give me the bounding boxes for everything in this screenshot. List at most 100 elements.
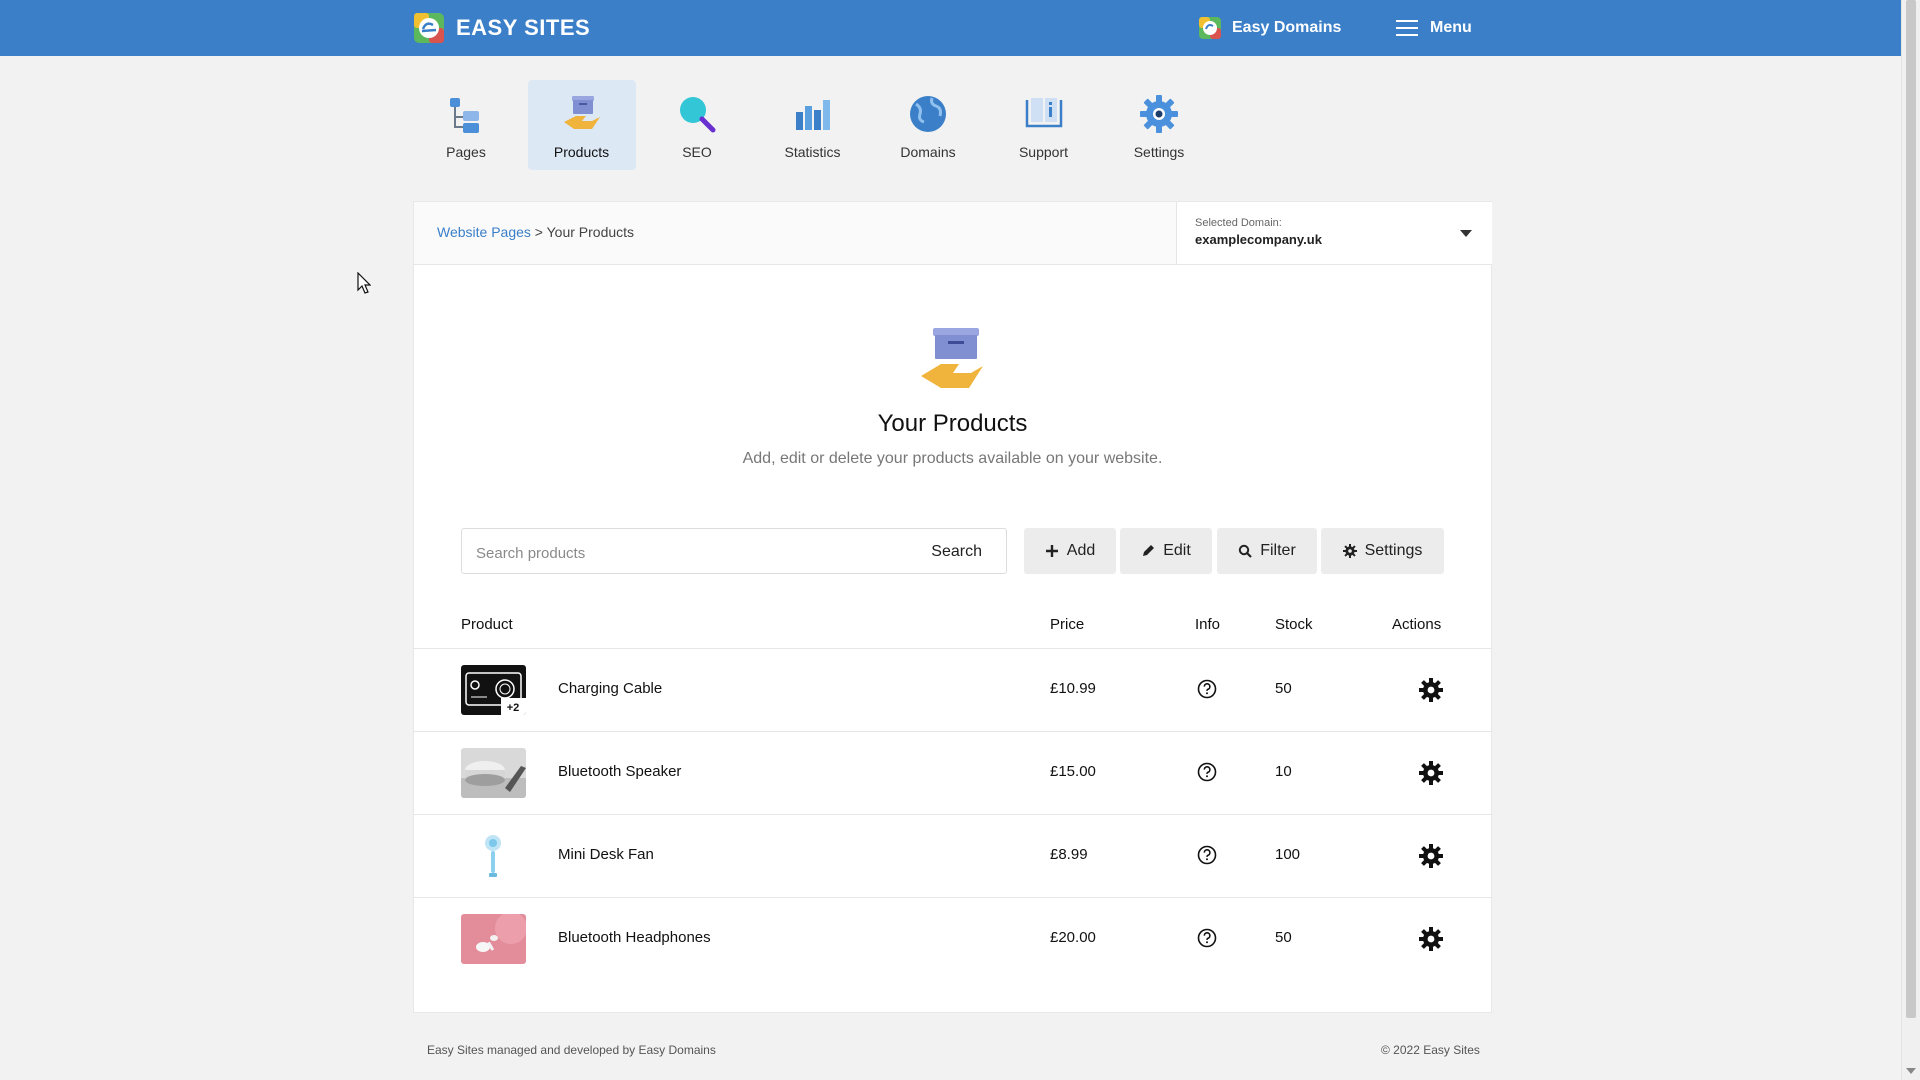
breadcrumb-current: Your Products: [546, 224, 635, 240]
brand-title: EASY SITES: [456, 15, 591, 40]
easy-domains-label: Easy Domains: [1232, 19, 1342, 36]
scroll-down-arrow-icon[interactable]: [1906, 1068, 1916, 1074]
product-stock: 10: [1275, 763, 1292, 780]
search-icon: [1239, 544, 1252, 558]
breadcrumb-separator: >: [534, 224, 543, 240]
product-price: £15.00: [1050, 763, 1096, 780]
product-stock: 50: [1275, 929, 1292, 946]
column-header-actions: Actions: [1392, 616, 1442, 633]
support-book-icon: [1025, 98, 1062, 128]
toolbar-settings-button[interactable]: Settings: [1321, 528, 1444, 574]
table-row: Bluetooth Headphones £20.00 50: [414, 898, 1491, 980]
product-thumbnail[interactable]: +2: [461, 665, 526, 715]
caret-down-icon: [1460, 230, 1472, 237]
products-hero-icon: [921, 328, 983, 388]
section-nav: Pages Products SEO Statistics Domains Su…: [412, 80, 1221, 170]
edit-button[interactable]: Edit: [1120, 528, 1212, 574]
product-name: Mini Desk Fan: [558, 846, 654, 863]
menu-label: Menu: [1430, 19, 1472, 36]
easy-sites-logo-icon: [414, 13, 444, 43]
product-stock: 50: [1275, 680, 1292, 697]
pages-icon: [450, 98, 479, 133]
product-name: Charging Cable: [558, 680, 663, 697]
nav-item-pages[interactable]: Pages: [412, 80, 520, 170]
top-bar: EASY SITES Easy Domains Menu: [0, 0, 1902, 56]
products-card: Website Pages > Your Products Selected D…: [413, 201, 1492, 1013]
column-header-price: Price: [1050, 616, 1085, 633]
help-circle-icon[interactable]: [1197, 679, 1217, 699]
nav-item-seo[interactable]: SEO: [643, 80, 751, 170]
brand[interactable]: EASY SITES: [412, 10, 590, 46]
nav-label: Support: [1018, 144, 1069, 160]
filter-label: Filter: [1260, 542, 1296, 559]
table-row: Bluetooth Speaker £15.00 10: [414, 732, 1491, 815]
product-thumbnail[interactable]: [461, 914, 526, 964]
product-thumbnail[interactable]: [461, 831, 526, 881]
column-header-product: Product: [461, 616, 513, 633]
nav-label: Products: [553, 144, 610, 160]
seo-magnifier-icon: [680, 97, 716, 133]
nav-label: SEO: [682, 144, 712, 160]
table-row: Mini Desk Fan £8.99 100: [414, 815, 1491, 898]
footer-copyright: © 2022 Easy Sites: [1381, 1043, 1480, 1057]
product-price: £10.99: [1050, 680, 1096, 697]
table-row: +2 Charging Cable £10.99 50: [414, 649, 1491, 732]
search-input[interactable]: [474, 541, 898, 565]
product-search-box: Search: [461, 528, 1007, 574]
help-circle-icon[interactable]: [1197, 762, 1217, 782]
domain-select[interactable]: Selected Domain: examplecompany.uk: [1176, 202, 1492, 264]
add-label: Add: [1066, 542, 1096, 559]
footer-credit: Easy Sites managed and developed by Easy…: [427, 1043, 716, 1057]
row-settings-gear-icon[interactable]: [1419, 678, 1443, 702]
row-settings-gear-icon[interactable]: [1419, 761, 1443, 785]
statistics-bar-chart-icon: [795, 100, 830, 130]
breadcrumb-parent-link[interactable]: Website Pages: [437, 224, 531, 240]
product-price: £8.99: [1050, 846, 1088, 863]
nav-label: Settings: [1133, 144, 1185, 160]
domain-select-label: Selected Domain:: [1195, 217, 1282, 229]
column-header-stock: Stock: [1275, 616, 1313, 633]
nav-label: Statistics: [784, 144, 841, 160]
help-circle-icon[interactable]: [1197, 928, 1217, 948]
easy-domains-link[interactable]: Easy Domains: [1198, 0, 1341, 56]
thumbnail-more-badge: +2: [507, 702, 520, 714]
row-settings-gear-icon[interactable]: [1419, 844, 1443, 868]
mouse-cursor-icon: [357, 272, 371, 294]
pencil-icon: [1143, 545, 1155, 556]
filter-button[interactable]: Filter: [1217, 528, 1317, 574]
nav-item-products[interactable]: Products: [527, 80, 636, 170]
gear-icon: [1342, 544, 1357, 558]
product-name: Bluetooth Headphones: [558, 929, 711, 946]
product-stock: 100: [1275, 846, 1301, 863]
nav-item-settings[interactable]: Settings: [1105, 80, 1213, 170]
hamburger-icon: [1396, 20, 1418, 36]
menu-button[interactable]: Menu: [1396, 0, 1472, 56]
breadcrumb: Website Pages > Your Products: [437, 224, 634, 240]
table-header: Product Price Info Stock Actions: [414, 604, 1491, 649]
card-header: Website Pages > Your Products Selected D…: [414, 202, 1492, 265]
nav-label: Domains: [900, 144, 956, 160]
add-button[interactable]: Add: [1024, 528, 1116, 574]
scrollbar-thumb[interactable]: [1906, 0, 1916, 1018]
help-circle-icon[interactable]: [1197, 845, 1217, 865]
product-name: Bluetooth Speaker: [558, 763, 682, 780]
search-button[interactable]: Search: [931, 543, 982, 561]
page-title: Your Products: [877, 410, 1028, 437]
product-thumbnail[interactable]: [461, 748, 526, 798]
products-icon: [563, 96, 600, 129]
edit-label: Edit: [1163, 542, 1191, 559]
nav-item-statistics[interactable]: Statistics: [759, 80, 867, 170]
column-header-info: Info: [1195, 616, 1221, 633]
plus-icon: [1045, 545, 1058, 557]
nav-label: Pages: [446, 144, 486, 160]
row-settings-gear-icon[interactable]: [1419, 927, 1443, 951]
nav-item-domains[interactable]: Domains: [874, 80, 982, 170]
nav-item-support[interactable]: Support: [990, 80, 1098, 170]
domain-select-value: examplecompany.uk: [1195, 232, 1322, 247]
settings-label: Settings: [1364, 542, 1423, 559]
globe-icon: [910, 96, 946, 132]
page-scrollbar[interactable]: [1901, 0, 1920, 1080]
product-price: £20.00: [1050, 929, 1096, 946]
easy-domains-logo-icon: [1199, 17, 1221, 39]
page-subtitle: Add, edit or delete your products availa…: [742, 450, 1163, 467]
